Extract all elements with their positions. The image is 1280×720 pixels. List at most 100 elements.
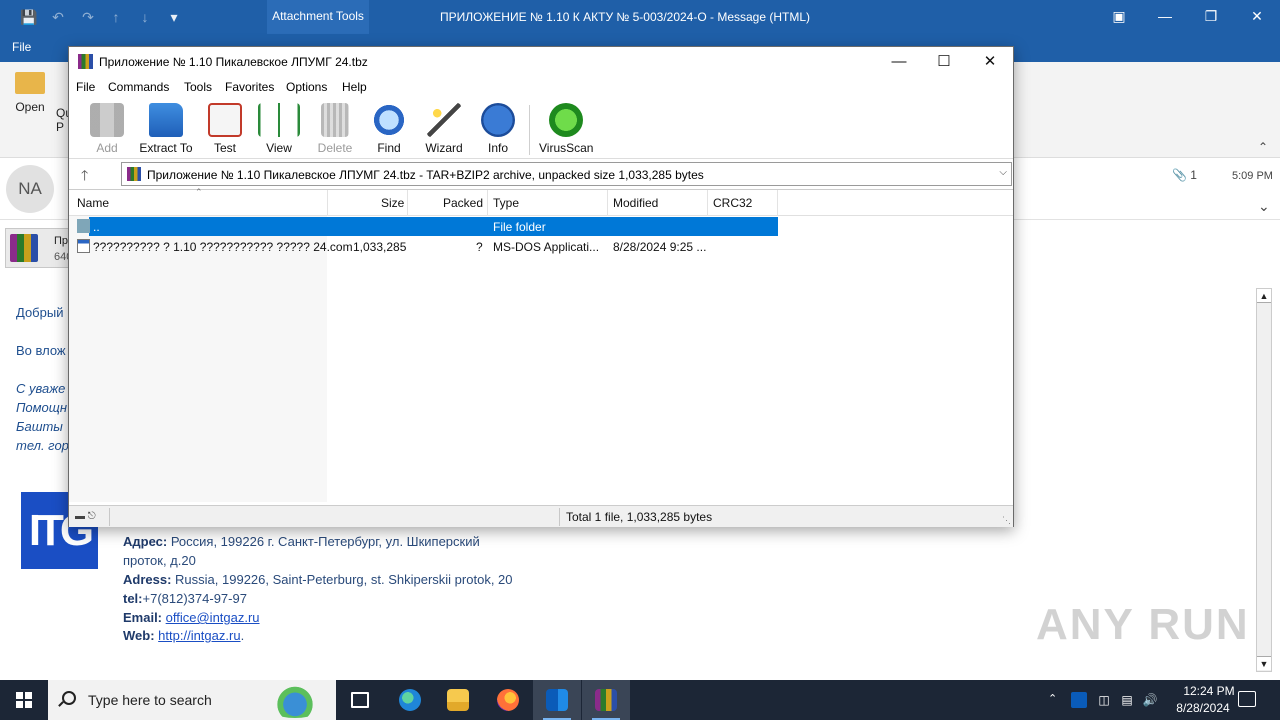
info-button[interactable]: Info <box>481 101 515 159</box>
attachment-tools-tab[interactable]: Attachment Tools <box>267 0 369 34</box>
taskbar-search[interactable]: Type here to search <box>48 680 336 720</box>
open-label: Open <box>15 100 45 114</box>
undo-icon[interactable]: ↶ <box>50 9 66 25</box>
show-hidden-icons-icon[interactable]: ⌃ <box>1048 692 1057 705</box>
clock-time[interactable]: 12:24 PM <box>1174 684 1244 698</box>
column-divider[interactable] <box>707 190 708 216</box>
message-scrollbar[interactable] <box>1256 288 1272 672</box>
taskbar-outlook[interactable] <box>533 680 581 720</box>
taskbar-firefox[interactable] <box>484 680 532 720</box>
restore-icon[interactable]: ❐ <box>1201 6 1221 26</box>
menu-tools[interactable]: Tools <box>184 80 212 94</box>
virusscan-label: VirusScan <box>539 141 594 155</box>
row-selection <box>89 217 778 236</box>
column-crc32[interactable]: CRC32 <box>713 196 752 210</box>
notifications-icon[interactable] <box>1238 691 1256 707</box>
table-row[interactable]: ?????????? ? 1.10 ??????????? ????? 24.c… <box>69 237 1013 256</box>
archive-path-field[interactable]: Приложение № 1.10 Пикалевское ЛПУМГ 24.t… <box>121 162 1012 186</box>
customize-qat-icon[interactable]: ▾ <box>166 9 182 25</box>
column-header: ⌃ Name Size Packed Type Modified CRC32 <box>69 187 1013 216</box>
taskbar-edge[interactable] <box>386 680 434 720</box>
outlook-tray-icon[interactable] <box>1071 692 1087 708</box>
address-label: Адрес: <box>123 534 168 549</box>
menu-options[interactable]: Options <box>286 80 327 94</box>
chevron-down-icon[interactable]: ⌄ <box>1258 198 1270 215</box>
sender-avatar: NA <box>6 165 54 213</box>
column-divider[interactable] <box>327 190 328 216</box>
collapse-ribbon-icon[interactable]: ⌃ <box>1258 140 1268 154</box>
row-packed: ? <box>476 240 483 254</box>
next-item-icon[interactable]: ↓ <box>137 9 153 25</box>
scroll-up-icon[interactable]: ▲ <box>1257 289 1271 303</box>
status-divider <box>559 508 560 526</box>
taskbar-winrar[interactable] <box>582 680 630 720</box>
email-link[interactable]: office@intgaz.ru <box>166 610 260 625</box>
add-button[interactable]: Add <box>87 101 127 159</box>
wifi-icon[interactable]: ▤ <box>1119 692 1135 708</box>
redo-icon[interactable]: ↷ <box>80 9 96 25</box>
winrar-addressbar: 🡑 Приложение № 1.10 Пикалевское ЛПУМГ 24… <box>69 161 1013 187</box>
column-size[interactable]: Size <box>381 196 404 210</box>
resize-grip-icon[interactable]: ⋱ <box>1002 515 1011 526</box>
add-label: Add <box>96 141 118 155</box>
column-type[interactable]: Type <box>493 196 519 210</box>
maximize-icon[interactable]: ☐ <box>929 51 959 73</box>
search-icon <box>62 691 76 705</box>
save-icon[interactable]: 💾 <box>20 9 37 25</box>
taskbar-explorer[interactable] <box>434 680 482 720</box>
menu-help[interactable]: Help <box>342 80 367 94</box>
winrar-menubar: File Commands Tools Favorites Options He… <box>69 77 1013 97</box>
virusscan-button[interactable]: VirusScan <box>539 101 593 159</box>
delete-label: Delete <box>317 141 353 155</box>
ribbon-display-icon[interactable]: ▣ <box>1109 6 1129 26</box>
chevron-down-icon[interactable]: ⌵ <box>999 167 1007 178</box>
column-modified[interactable]: Modified <box>613 196 658 210</box>
clock-date[interactable]: 8/28/2024 <box>1168 701 1238 715</box>
drive-key-icon[interactable]: ▬ ⎋ <box>75 511 96 522</box>
status-divider <box>109 508 110 526</box>
test-button[interactable]: Test <box>207 101 243 159</box>
body-line-greeting: Добрый <box>16 305 64 320</box>
menu-file[interactable]: File <box>76 80 95 94</box>
winrar-titlebar: Приложение № 1.10 Пикалевское ЛПУМГ 24.t… <box>69 47 1013 77</box>
previous-item-icon[interactable]: ↑ <box>108 9 124 25</box>
view-button[interactable]: View <box>257 101 301 159</box>
find-button[interactable]: Find <box>371 101 407 159</box>
winrar-window: Приложение № 1.10 Пикалевское ЛПУМГ 24.t… <box>68 46 1014 527</box>
row-name: .. <box>93 220 100 234</box>
winrar-title: Приложение № 1.10 Пикалевское ЛПУМГ 24.t… <box>99 55 368 69</box>
start-button[interactable] <box>0 680 48 720</box>
test-label: Test <box>213 141 236 155</box>
close-icon[interactable]: ✕ <box>1247 6 1267 26</box>
close-icon[interactable]: ✕ <box>975 51 1005 73</box>
attachment-chip[interactable]: Пр 640 <box>5 228 72 268</box>
column-packed[interactable]: Packed <box>443 196 483 210</box>
file-tab[interactable]: File <box>12 40 31 54</box>
column-divider[interactable] <box>407 190 408 216</box>
menu-favorites[interactable]: Favorites <box>225 80 274 94</box>
body-line-assistant: Помощн <box>16 400 68 415</box>
row-type: MS-DOS Applicati... <box>493 240 600 254</box>
signature-adress-en: Adress: Russia, 199226, Saint-Peterburg,… <box>123 572 513 587</box>
wizard-button[interactable]: Wizard <box>423 101 465 159</box>
volume-icon[interactable]: 🔊 <box>1142 692 1158 708</box>
minimize-icon[interactable]: — <box>884 51 914 73</box>
column-name[interactable]: Name <box>77 196 109 210</box>
column-divider[interactable] <box>777 190 778 216</box>
outlook-window-title: ПРИЛОЖЕНИЕ № 1.10 К АКТУ № 5-003/2024-О … <box>440 10 811 24</box>
table-row[interactable]: .. File folder <box>69 217 1013 236</box>
sort-ascending-icon: ⌃ <box>195 187 203 197</box>
extract-folder-icon <box>149 103 183 137</box>
extract-to-button[interactable]: Extract To <box>139 101 193 159</box>
task-view-button[interactable] <box>336 680 384 720</box>
scroll-down-icon[interactable]: ▼ <box>1257 656 1271 670</box>
open-button[interactable]: Open <box>10 72 50 114</box>
web-link[interactable]: http://intgaz.ru <box>158 628 240 643</box>
delete-button[interactable]: Delete <box>315 101 355 159</box>
column-divider[interactable] <box>607 190 608 216</box>
column-divider[interactable] <box>487 190 488 216</box>
network-status-icon[interactable]: ◫ <box>1096 692 1112 708</box>
menu-commands[interactable]: Commands <box>108 80 169 94</box>
up-arrow-icon[interactable]: 🡑 <box>81 165 88 189</box>
minimize-icon[interactable]: — <box>1155 6 1175 26</box>
